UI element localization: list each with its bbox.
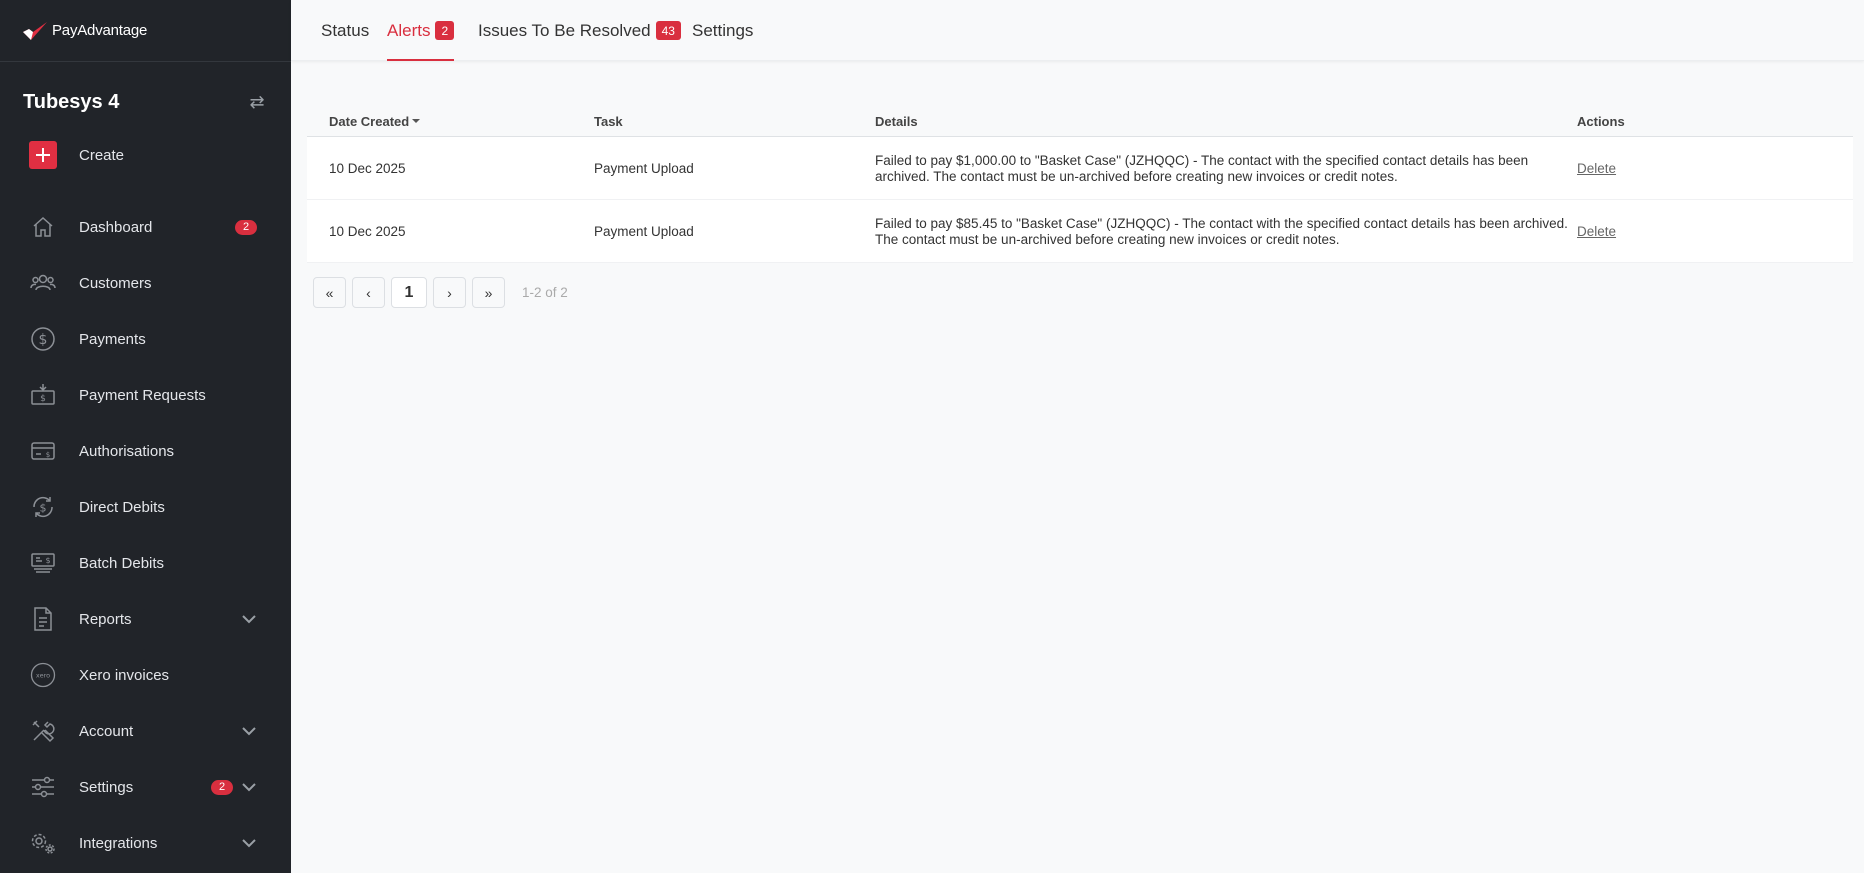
column-header-actions: Actions bbox=[1577, 113, 1625, 129]
sidebar-item-label: Batch Debits bbox=[79, 554, 165, 572]
pagination-info: 1-2 of 2 bbox=[522, 285, 568, 300]
logo-icon bbox=[23, 21, 47, 40]
delete-link[interactable]: Delete bbox=[1577, 161, 1616, 176]
tab-bar: Status Alerts 2 Issues To Be Resolved 43… bbox=[291, 0, 1864, 61]
table-row: 10 Dec 2025 Payment Upload Failed to pay… bbox=[307, 137, 1853, 200]
sidebar-item-label: Dashboard bbox=[79, 218, 153, 236]
tab-label: Issues To Be Resolved bbox=[478, 20, 651, 40]
cell-actions: Delete bbox=[1577, 200, 1616, 263]
document-icon bbox=[29, 605, 57, 633]
settings-badge: 2 bbox=[211, 779, 233, 795]
xero-icon: xero bbox=[29, 661, 57, 689]
svg-text:$: $ bbox=[40, 502, 47, 515]
gears-icon bbox=[29, 829, 57, 857]
issues-count-badge: 43 bbox=[655, 21, 681, 40]
brand-logo[interactable]: PayAdvantage bbox=[0, 0, 291, 62]
sidebar-item-label: Direct Debits bbox=[79, 498, 165, 516]
cell-task: Payment Upload bbox=[594, 224, 694, 239]
tab-label: Settings bbox=[692, 20, 754, 40]
brand-name: PayAdvantage bbox=[52, 22, 148, 39]
chevron-down-icon[interactable] bbox=[240, 610, 258, 628]
account-switcher: Tubesys 4 ⇄ bbox=[0, 62, 291, 142]
sidebar-item-label: Integrations bbox=[79, 834, 158, 852]
recurring-dollar-icon: $ bbox=[29, 493, 57, 521]
chevron-down-icon[interactable] bbox=[240, 778, 258, 796]
sidebar-item-reports[interactable]: Reports bbox=[0, 596, 291, 642]
chevron-down-icon[interactable] bbox=[240, 722, 258, 740]
current-page-button[interactable]: 1 bbox=[391, 277, 427, 308]
svg-text:$: $ bbox=[39, 332, 48, 348]
payment-request-icon: $ bbox=[29, 381, 57, 409]
cell-date: 10 Dec 2025 bbox=[329, 161, 406, 176]
sidebar-item-label: Settings bbox=[79, 778, 134, 796]
dollar-circle-icon: $ bbox=[29, 325, 57, 353]
svg-text:$: $ bbox=[45, 556, 50, 565]
sidebar-item-direct-debits[interactable]: $ Direct Debits bbox=[0, 484, 291, 530]
sidebar-item-create[interactable]: Create bbox=[0, 132, 291, 178]
sidebar-item-label: Reports bbox=[79, 610, 132, 628]
sidebar-item-settings[interactable]: Settings 2 bbox=[0, 764, 291, 810]
cell-task: Payment Upload bbox=[594, 161, 694, 176]
alerts-table: Date Created Task Details Actions 10 Dec… bbox=[307, 105, 1853, 263]
prev-page-button[interactable]: ‹ bbox=[352, 277, 385, 308]
sidebar-item-label: Xero invoices bbox=[79, 666, 170, 684]
sliders-icon bbox=[29, 773, 57, 801]
delete-link[interactable]: Delete bbox=[1577, 224, 1616, 239]
first-page-button[interactable]: « bbox=[313, 277, 346, 308]
column-header-date-created[interactable]: Date Created bbox=[329, 105, 421, 137]
svg-text:$: $ bbox=[46, 451, 50, 459]
tab-alerts[interactable]: Alerts 2 bbox=[387, 0, 455, 61]
pagination: « ‹ 1 › » 1-2 of 2 bbox=[313, 277, 568, 308]
sidebar-item-xero-invoices[interactable]: xero Xero invoices bbox=[0, 652, 291, 698]
sidebar-item-dashboard[interactable]: Dashboard 2 bbox=[0, 204, 291, 250]
sidebar-item-customers[interactable]: Customers bbox=[0, 260, 291, 306]
tab-label: Status bbox=[321, 20, 370, 40]
sidebar-item-label: Customers bbox=[79, 274, 152, 292]
sidebar: PayAdvantage Tubesys 4 ⇄ Create Dashboar… bbox=[0, 0, 291, 873]
users-icon bbox=[29, 269, 57, 297]
cell-details: Failed to pay $1,000.00 to "Basket Case"… bbox=[875, 152, 1529, 184]
account-name: Tubesys 4 bbox=[23, 90, 120, 113]
column-header-task: Task bbox=[594, 113, 623, 129]
sidebar-item-label: Account bbox=[79, 722, 134, 740]
svg-text:$: $ bbox=[40, 394, 46, 404]
sort-caret-icon bbox=[412, 119, 421, 123]
tab-label: Alerts bbox=[387, 20, 431, 40]
next-page-button[interactable]: › bbox=[433, 277, 466, 308]
cell-date: 10 Dec 2025 bbox=[329, 224, 406, 239]
sidebar-item-label: Payments bbox=[79, 330, 146, 348]
tab-issues-to-be-resolved[interactable]: Issues To Be Resolved 43 bbox=[478, 0, 681, 61]
tools-icon bbox=[29, 717, 57, 745]
sidebar-item-account[interactable]: Account bbox=[0, 708, 291, 754]
cell-details: Failed to pay $85.45 to "Basket Case" (J… bbox=[875, 215, 1568, 247]
sidebar-item-label: Authorisations bbox=[79, 442, 175, 460]
sidebar-item-integrations[interactable]: Integrations bbox=[0, 820, 291, 866]
batch-icon: $ bbox=[29, 549, 57, 577]
sidebar-item-payment-requests[interactable]: $ Payment Requests bbox=[0, 372, 291, 418]
dashboard-badge: 2 bbox=[235, 219, 257, 235]
tab-status[interactable]: Status bbox=[321, 0, 369, 61]
sidebar-item-label: Payment Requests bbox=[79, 386, 206, 404]
sidebar-item-batch-debits[interactable]: $ Batch Debits bbox=[0, 540, 291, 586]
last-page-button[interactable]: » bbox=[472, 277, 505, 308]
cell-actions: Delete bbox=[1577, 137, 1616, 200]
sidebar-item-label: Create bbox=[79, 146, 125, 164]
column-header-details: Details bbox=[875, 113, 918, 129]
switch-account-icon[interactable]: ⇄ bbox=[246, 92, 268, 113]
alerts-count-badge: 2 bbox=[435, 21, 455, 40]
plus-icon bbox=[29, 141, 57, 169]
sidebar-item-authorisations[interactable]: $ Authorisations bbox=[0, 428, 291, 474]
table-row: 10 Dec 2025 Payment Upload Failed to pay… bbox=[307, 200, 1853, 263]
sidebar-item-payments[interactable]: $ Payments bbox=[0, 316, 291, 362]
chevron-down-icon[interactable] bbox=[240, 834, 258, 852]
tab-settings[interactable]: Settings bbox=[692, 0, 753, 61]
svg-text:xero: xero bbox=[36, 672, 50, 680]
home-icon bbox=[29, 213, 57, 241]
card-icon: $ bbox=[29, 437, 57, 465]
table-header: Date Created Task Details Actions bbox=[307, 105, 1853, 137]
